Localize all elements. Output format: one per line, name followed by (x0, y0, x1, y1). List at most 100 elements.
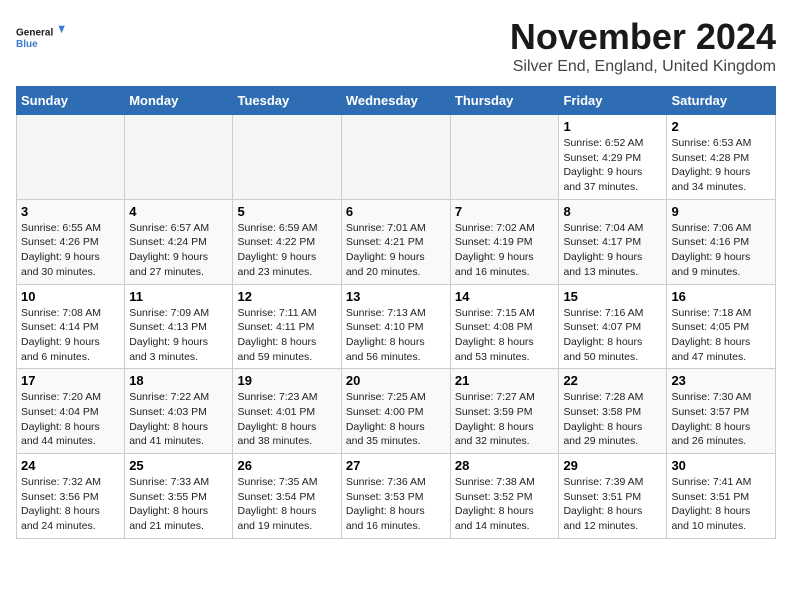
calendar-cell: 17 Sunrise: 7:20 AM Sunset: 4:04 PM Dayli… (17, 369, 125, 454)
day-info: Sunrise: 7:23 AM Sunset: 4:01 PM Dayligh… (237, 390, 336, 449)
day-number: 21 (455, 373, 555, 388)
day-number: 13 (346, 289, 446, 304)
weekday-header-wednesday: Wednesday (341, 87, 450, 115)
day-info: Sunrise: 7:09 AM Sunset: 4:13 PM Dayligh… (129, 306, 228, 365)
calendar-cell: 8 Sunrise: 7:04 AM Sunset: 4:17 PM Daylig… (559, 199, 667, 284)
calendar-cell: 18Sunrise: 7:22 AM Sunset: 4:03 PM Dayli… (125, 369, 233, 454)
day-number: 18 (129, 373, 228, 388)
day-number: 7 (455, 204, 555, 219)
calendar-cell: 5Sunrise: 6:59 AM Sunset: 4:22 PM Daylig… (233, 199, 341, 284)
calendar-cell: 6 Sunrise: 7:01 AM Sunset: 4:21 PM Daylig… (341, 199, 450, 284)
calendar-cell (17, 115, 125, 200)
calendar-cell: 1 Sunrise: 6:52 AM Sunset: 4:29 PM Daylig… (559, 115, 667, 200)
day-number: 27 (346, 458, 446, 473)
day-info: Sunrise: 7:01 AM Sunset: 4:21 PM Dayligh… (346, 221, 446, 280)
day-info: Sunrise: 7:27 AM Sunset: 3:59 PM Dayligh… (455, 390, 555, 449)
day-info: Sunrise: 7:28 AM Sunset: 3:58 PM Dayligh… (563, 390, 662, 449)
day-info: Sunrise: 7:15 AM Sunset: 4:08 PM Dayligh… (455, 306, 555, 365)
day-number: 14 (455, 289, 555, 304)
week-row-1: 1 Sunrise: 6:52 AM Sunset: 4:29 PM Daylig… (17, 115, 776, 200)
day-number: 1 (563, 119, 662, 134)
weekday-header-saturday: Saturday (667, 87, 776, 115)
calendar-cell: 12 Sunrise: 7:11 AM Sunset: 4:11 PM Dayli… (233, 284, 341, 369)
day-info: Sunrise: 7:13 AM Sunset: 4:10 PM Dayligh… (346, 306, 446, 365)
day-info: Sunrise: 7:20 AM Sunset: 4:04 PM Dayligh… (21, 390, 120, 449)
day-info: Sunrise: 7:02 AM Sunset: 4:19 PM Dayligh… (455, 221, 555, 280)
day-number: 29 (563, 458, 662, 473)
day-info: Sunrise: 7:39 AM Sunset: 3:51 PM Dayligh… (563, 475, 662, 534)
day-number: 26 (237, 458, 336, 473)
day-info: Sunrise: 7:18 AM Sunset: 4:05 PM Dayligh… (671, 306, 771, 365)
calendar-cell: 22 Sunrise: 7:28 AM Sunset: 3:58 PM Dayli… (559, 369, 667, 454)
day-info: Sunrise: 7:11 AM Sunset: 4:11 PM Dayligh… (237, 306, 336, 365)
day-number: 12 (237, 289, 336, 304)
day-number: 28 (455, 458, 555, 473)
day-info: Sunrise: 7:06 AM Sunset: 4:16 PM Dayligh… (671, 221, 771, 280)
calendar: SundayMondayTuesdayWednesdayThursdayFrid… (16, 86, 776, 539)
day-number: 6 (346, 204, 446, 219)
day-number: 19 (237, 373, 336, 388)
day-info: Sunrise: 7:36 AM Sunset: 3:53 PM Dayligh… (346, 475, 446, 534)
day-info: Sunrise: 6:57 AM Sunset: 4:24 PM Dayligh… (129, 221, 228, 280)
day-info: Sunrise: 6:55 AM Sunset: 4:26 PM Dayligh… (21, 221, 120, 280)
location: Silver End, England, United Kingdom (510, 58, 776, 76)
day-info: Sunrise: 7:16 AM Sunset: 4:07 PM Dayligh… (563, 306, 662, 365)
month-title: November 2024 (510, 16, 776, 58)
week-row-2: 3 Sunrise: 6:55 AM Sunset: 4:26 PM Daylig… (17, 199, 776, 284)
day-number: 30 (671, 458, 771, 473)
calendar-cell: 13 Sunrise: 7:13 AM Sunset: 4:10 PM Dayli… (341, 284, 450, 369)
day-info: Sunrise: 7:38 AM Sunset: 3:52 PM Dayligh… (455, 475, 555, 534)
calendar-cell: 3 Sunrise: 6:55 AM Sunset: 4:26 PM Daylig… (17, 199, 125, 284)
day-number: 15 (563, 289, 662, 304)
day-info: Sunrise: 7:25 AM Sunset: 4:00 PM Dayligh… (346, 390, 446, 449)
day-number: 25 (129, 458, 228, 473)
day-number: 10 (21, 289, 120, 304)
day-number: 20 (346, 373, 446, 388)
calendar-cell: 27 Sunrise: 7:36 AM Sunset: 3:53 PM Dayli… (341, 454, 450, 539)
day-number: 3 (21, 204, 120, 219)
day-info: Sunrise: 6:53 AM Sunset: 4:28 PM Dayligh… (671, 136, 771, 195)
calendar-cell: 15 Sunrise: 7:16 AM Sunset: 4:07 PM Dayli… (559, 284, 667, 369)
calendar-cell: 19 Sunrise: 7:23 AM Sunset: 4:01 PM Dayli… (233, 369, 341, 454)
day-number: 23 (671, 373, 771, 388)
week-row-3: 10Sunrise: 7:08 AM Sunset: 4:14 PM Dayli… (17, 284, 776, 369)
day-number: 17 (21, 373, 120, 388)
calendar-cell: 26 Sunrise: 7:35 AM Sunset: 3:54 PM Dayli… (233, 454, 341, 539)
day-number: 8 (563, 204, 662, 219)
weekday-header-thursday: Thursday (450, 87, 559, 115)
calendar-cell: 23 Sunrise: 7:30 AM Sunset: 3:57 PM Dayli… (667, 369, 776, 454)
calendar-cell: 24 Sunrise: 7:32 AM Sunset: 3:56 PM Dayli… (17, 454, 125, 539)
logo: General Blue (16, 16, 66, 61)
svg-text:Blue: Blue (16, 39, 38, 50)
calendar-cell (233, 115, 341, 200)
calendar-cell: 25Sunrise: 7:33 AM Sunset: 3:55 PM Dayli… (125, 454, 233, 539)
day-info: Sunrise: 7:41 AM Sunset: 3:51 PM Dayligh… (671, 475, 771, 534)
day-number: 2 (671, 119, 771, 134)
day-info: Sunrise: 7:04 AM Sunset: 4:17 PM Dayligh… (563, 221, 662, 280)
calendar-cell: 14 Sunrise: 7:15 AM Sunset: 4:08 PM Dayli… (450, 284, 559, 369)
calendar-cell: 21 Sunrise: 7:27 AM Sunset: 3:59 PM Dayli… (450, 369, 559, 454)
day-number: 24 (21, 458, 120, 473)
calendar-cell: 7 Sunrise: 7:02 AM Sunset: 4:19 PM Daylig… (450, 199, 559, 284)
svg-text:General: General (16, 28, 53, 39)
header: General Blue November 2024 Silver End, E… (16, 16, 776, 76)
calendar-cell: 30 Sunrise: 7:41 AM Sunset: 3:51 PM Dayli… (667, 454, 776, 539)
weekday-header-monday: Monday (125, 87, 233, 115)
day-number: 5 (237, 204, 336, 219)
calendar-cell: 28 Sunrise: 7:38 AM Sunset: 3:52 PM Dayli… (450, 454, 559, 539)
calendar-cell: 10Sunrise: 7:08 AM Sunset: 4:14 PM Dayli… (17, 284, 125, 369)
weekday-header-tuesday: Tuesday (233, 87, 341, 115)
day-number: 4 (129, 204, 228, 219)
weekday-header-sunday: Sunday (17, 87, 125, 115)
logo-svg: General Blue (16, 16, 66, 61)
weekday-header-row: SundayMondayTuesdayWednesdayThursdayFrid… (17, 87, 776, 115)
calendar-cell: 2 Sunrise: 6:53 AM Sunset: 4:28 PM Daylig… (667, 115, 776, 200)
day-info: Sunrise: 7:32 AM Sunset: 3:56 PM Dayligh… (21, 475, 120, 534)
day-number: 16 (671, 289, 771, 304)
day-info: Sunrise: 7:30 AM Sunset: 3:57 PM Dayligh… (671, 390, 771, 449)
title-area: November 2024 Silver End, England, Unite… (510, 16, 776, 76)
day-info: Sunrise: 6:52 AM Sunset: 4:29 PM Dayligh… (563, 136, 662, 195)
day-info: Sunrise: 7:35 AM Sunset: 3:54 PM Dayligh… (237, 475, 336, 534)
day-number: 11 (129, 289, 228, 304)
day-number: 22 (563, 373, 662, 388)
